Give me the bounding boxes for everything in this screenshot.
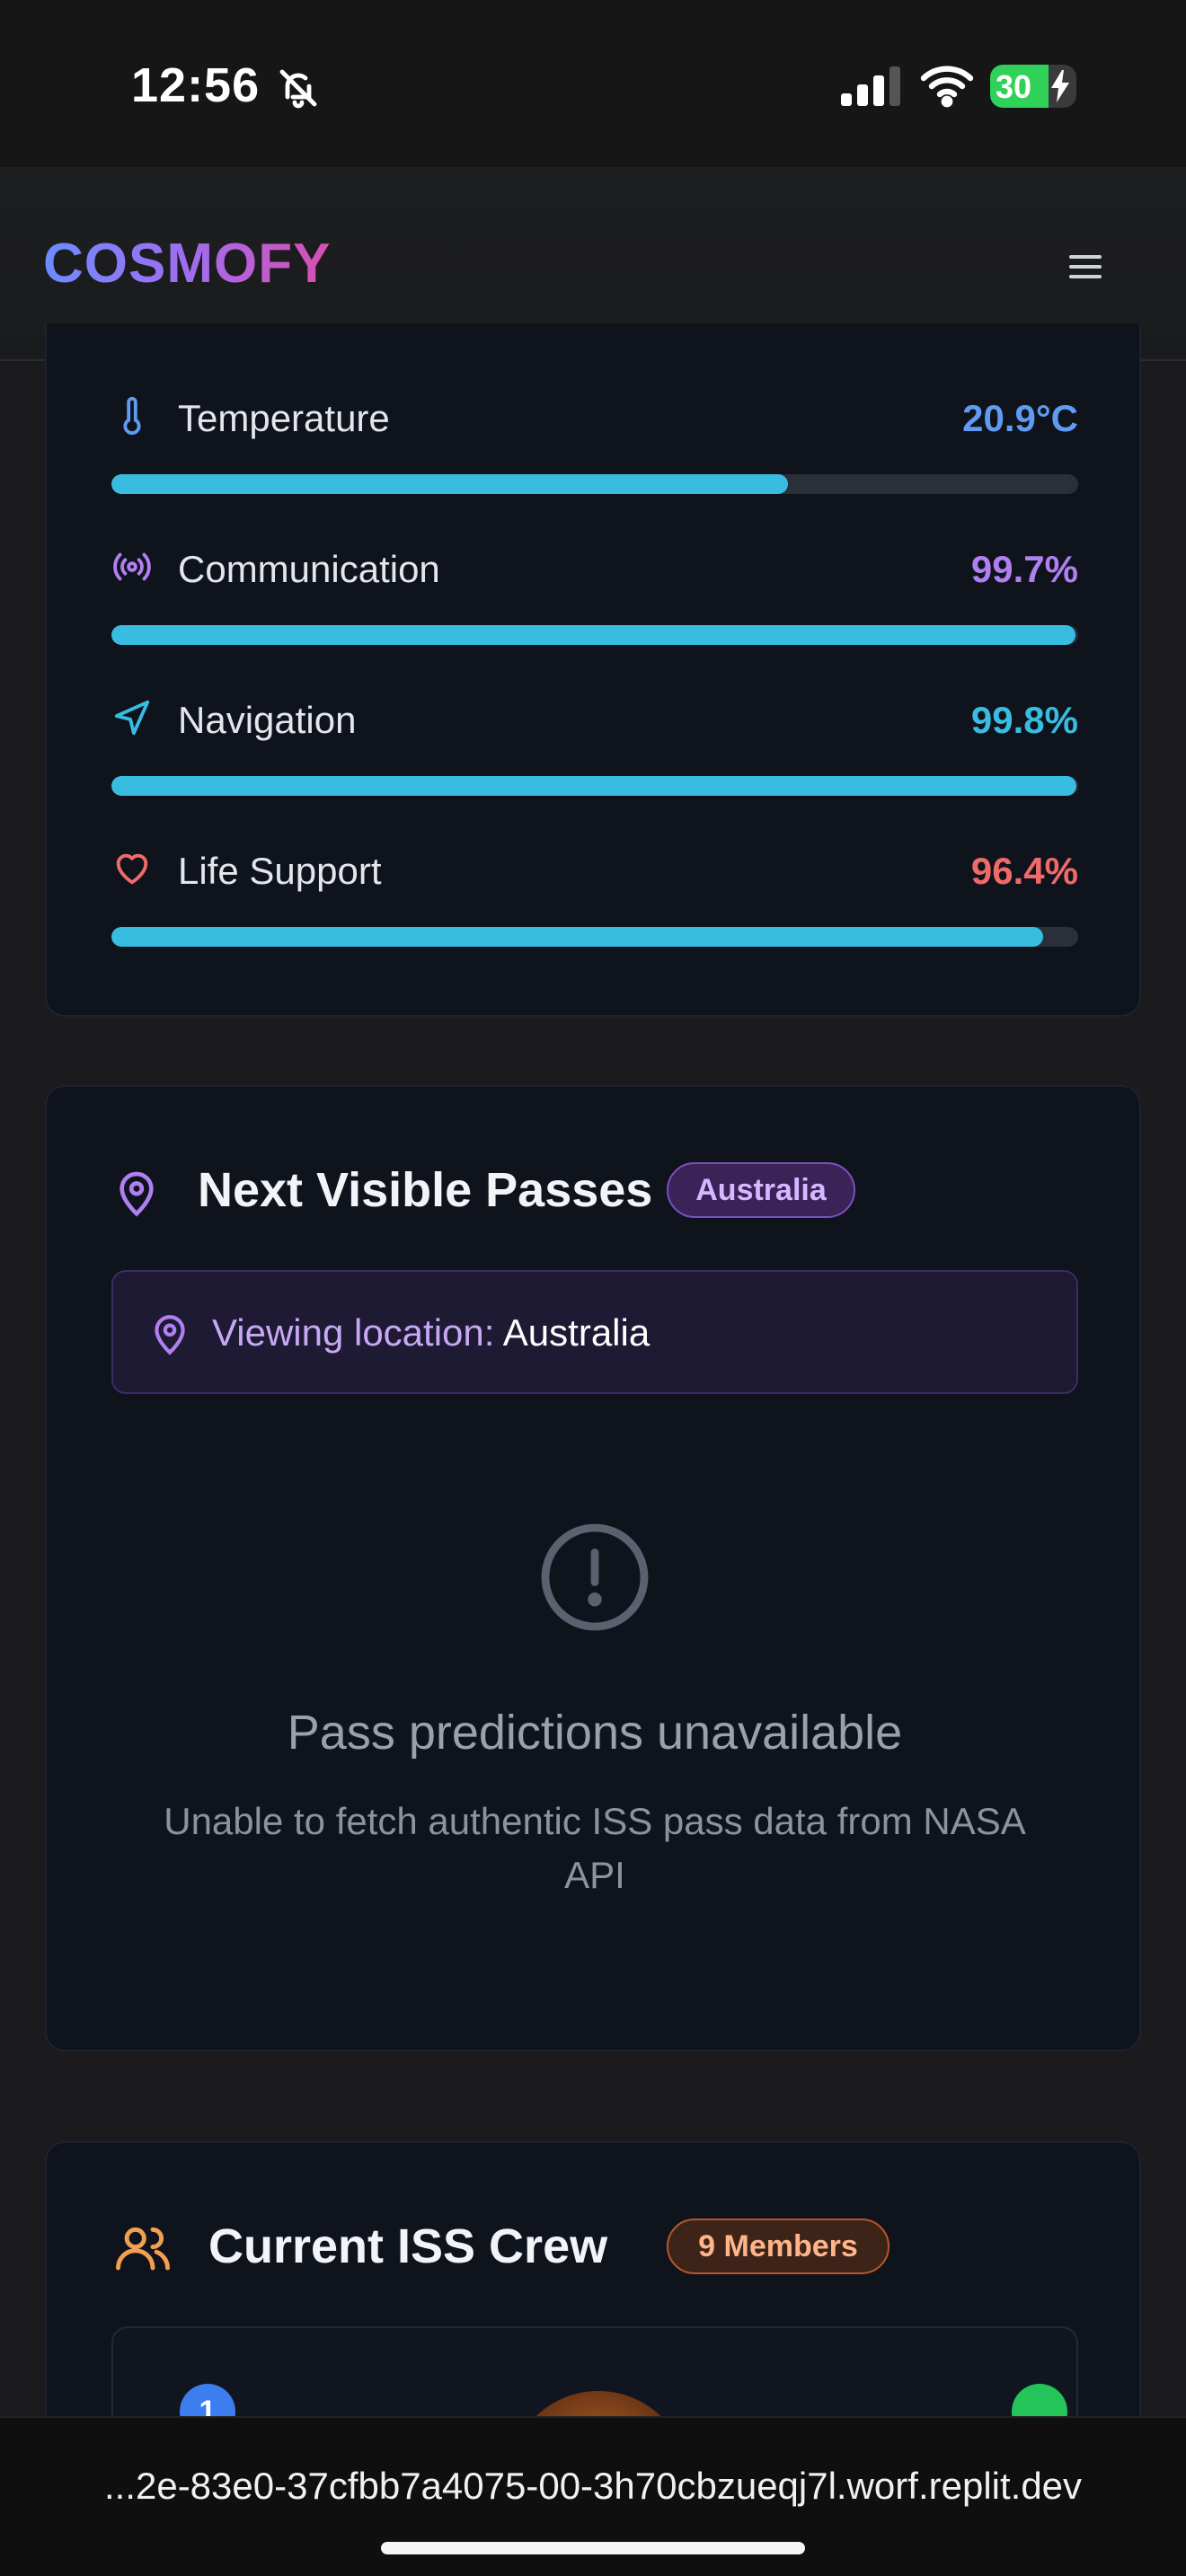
progress-bar: [111, 927, 1078, 947]
battery-indicator: 30: [990, 65, 1076, 108]
metric-label: Navigation: [178, 699, 357, 741]
viewing-location-value: Australia: [502, 1311, 651, 1354]
heart-icon: [116, 853, 148, 885]
broadcast-icon: [113, 552, 151, 581]
wifi-icon: [920, 66, 974, 108]
thermometer-icon: [123, 396, 141, 435]
metric-value: 96.4%: [970, 850, 1078, 892]
location-badge: Australia: [667, 1162, 855, 1218]
progress-bar: [111, 776, 1078, 796]
charging-bolt-icon: [1051, 70, 1069, 102]
status-bar: 12:56 30: [0, 0, 1186, 167]
navigation-icon: [114, 700, 150, 736]
visible-passes-card: Next Visible Passes Australia Viewing lo…: [45, 1085, 1141, 2051]
metric-label: Life Support: [178, 850, 382, 892]
browser-url-bar[interactable]: ...2e-83e0-37cfbb7a4075-00-3h70cbzueqj7l…: [0, 2416, 1186, 2576]
error-description: Unable to fetch authentic ISS pass data …: [164, 1800, 1026, 1896]
hamburger-menu-icon[interactable]: [1069, 250, 1109, 286]
home-indicator[interactable]: [381, 2542, 805, 2554]
map-pin-icon: [119, 1171, 154, 1217]
section-title: Next Visible Passes: [198, 1163, 653, 1217]
progress-fill: [111, 776, 1076, 796]
metric-label: Communication: [178, 548, 440, 590]
section-title: Current ISS Crew: [208, 2219, 608, 2273]
viewing-location-box: Viewing location: Australia: [111, 1270, 1078, 1394]
bell-muted-icon: [279, 69, 317, 109]
progress-bar: [111, 474, 1078, 494]
progress-fill: [111, 625, 1075, 645]
users-icon: [116, 2227, 170, 2271]
system-status-card: Temperature 20.9°C Communication 99.7% N…: [45, 323, 1141, 1017]
progress-fill: [111, 474, 789, 494]
battery-level: 30: [996, 68, 1032, 105]
crew-count-badge: 9 Members: [667, 2219, 890, 2274]
viewing-location-text: Viewing location: Australia: [212, 1311, 650, 1354]
app-logo[interactable]: COSMOFY: [43, 232, 331, 296]
metric-value: 20.9°C: [962, 397, 1078, 439]
cell-signal-icon: [841, 66, 900, 106]
alert-circle-icon: [541, 1523, 649, 1631]
progress-bar: [111, 625, 1078, 645]
error-title: Pass predictions unavailable: [287, 1706, 903, 1760]
metric-value: 99.8%: [970, 699, 1078, 741]
metric-label: Temperature: [178, 397, 390, 439]
viewing-location-label: Viewing location:: [212, 1311, 495, 1354]
map-pin-icon: [155, 1315, 185, 1355]
status-time: 12:56: [131, 58, 261, 112]
url-text[interactable]: ...2e-83e0-37cfbb7a4075-00-3h70cbzueqj7l…: [0, 2465, 1186, 2508]
progress-fill: [111, 927, 1044, 947]
metric-value: 99.7%: [970, 548, 1078, 590]
